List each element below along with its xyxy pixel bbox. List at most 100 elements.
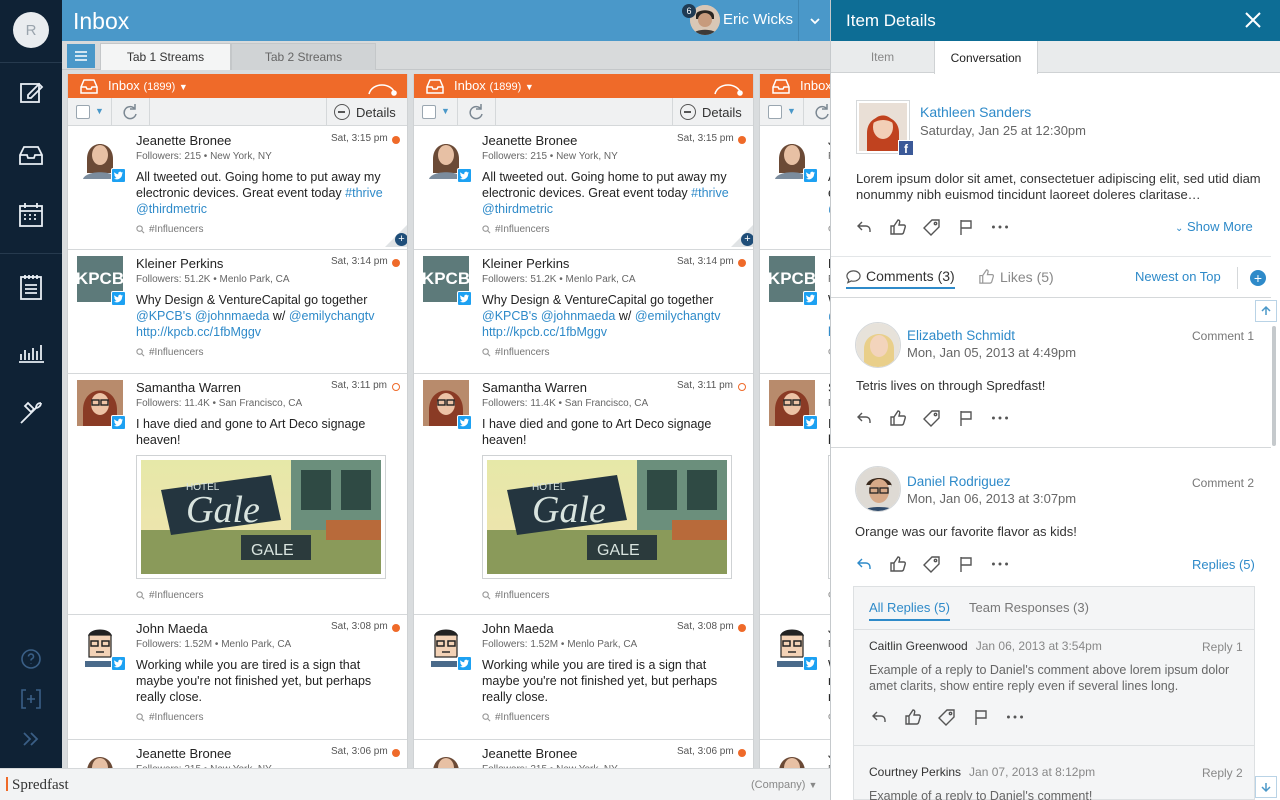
reply-icon[interactable]	[870, 708, 888, 726]
author-avatar[interactable]	[77, 746, 123, 768]
item-link[interactable]: http://kpcb.cc/1fbMggv	[482, 325, 607, 339]
flag-icon[interactable]	[957, 555, 975, 573]
attached-photo[interactable]: GaleHOTEL GALE	[136, 455, 386, 579]
add-icon[interactable]: +	[741, 233, 753, 246]
stream-item[interactable]: Jeanette BroneeFollowers: 215 • New York…	[760, 740, 830, 768]
item-tag[interactable]: #Influencers	[482, 224, 549, 235]
tab-comments[interactable]: Comments (3)	[846, 268, 955, 289]
publishing-icon[interactable]	[16, 272, 46, 302]
unread-indicator[interactable]	[738, 624, 746, 632]
tab-1-streams[interactable]: Tab 1 Streams	[100, 43, 231, 70]
stream-header[interactable]: Inbox (1899) ▼	[760, 74, 830, 98]
more-icon[interactable]	[991, 555, 1013, 573]
tag-icon[interactable]	[923, 555, 941, 573]
commenter-name[interactable]: Elizabeth Schmidt	[907, 328, 1015, 343]
item-link[interactable]: @emilychangtv	[289, 309, 375, 323]
stream-item[interactable]: Samantha WarrenFollowers: 11.4K • San Fr…	[760, 374, 830, 615]
chevron-down-icon[interactable]: ▼	[787, 106, 796, 116]
author-avatar[interactable]	[423, 746, 469, 768]
item-tag[interactable]: #Influencers	[482, 347, 549, 358]
author-name[interactable]: Jeanette Bronee	[136, 133, 231, 148]
tab-likes[interactable]: Likes (5)	[978, 268, 1054, 285]
stream-header[interactable]: Inbox (1899) ▼	[68, 74, 407, 98]
like-icon[interactable]	[889, 218, 907, 236]
user-name[interactable]: Eric Wicks	[723, 11, 793, 28]
add-icon[interactable]: +	[395, 233, 407, 246]
stream-header[interactable]: Inbox (1899) ▼	[414, 74, 753, 98]
unread-indicator[interactable]	[738, 749, 746, 757]
author-name[interactable]: Jeanette Bronee	[482, 746, 577, 761]
refresh-icon[interactable]	[813, 103, 830, 121]
refresh-icon[interactable]	[467, 103, 485, 121]
scrollbar-thumb[interactable]	[1272, 326, 1276, 446]
stream-item[interactable]: KPCBKleiner PerkinsFollowers: 51.2K • Me…	[414, 250, 753, 374]
more-icon[interactable]	[991, 409, 1013, 427]
refresh-icon[interactable]	[121, 103, 139, 121]
tag-icon[interactable]	[938, 708, 956, 726]
stream-item[interactable]: Jeanette BroneeFollowers: 215 • New York…	[414, 740, 753, 768]
flag-icon[interactable]	[957, 409, 975, 427]
analytics-icon[interactable]	[16, 336, 46, 366]
reply-icon[interactable]	[855, 218, 873, 236]
like-icon[interactable]	[889, 555, 907, 573]
hamburger-menu-icon[interactable]	[67, 44, 95, 68]
tag-icon[interactable]	[923, 409, 941, 427]
details-button[interactable]: Details	[680, 103, 742, 121]
item-link[interactable]: #thrive	[345, 186, 383, 200]
flag-icon[interactable]	[972, 708, 990, 726]
post-author-name[interactable]: Kathleen Sanders	[920, 104, 1031, 120]
sort-dropdown[interactable]: Newest on Top	[1135, 269, 1221, 284]
unread-indicator[interactable]	[392, 624, 400, 632]
author-name[interactable]: Kleiner Perkins	[482, 256, 569, 271]
item-tag[interactable]: #Influencers	[136, 712, 203, 723]
details-button[interactable]: Details	[334, 103, 396, 121]
user-menu-chevron-icon[interactable]	[798, 0, 830, 41]
select-all-checkbox[interactable]	[422, 105, 436, 119]
stream-item[interactable]: John MaedaFollowers: 1.52M • Menlo Park,…	[760, 615, 830, 740]
author-name[interactable]: Jeanette Bronee	[136, 746, 231, 761]
reply-icon[interactable]	[855, 409, 873, 427]
author-name[interactable]: Samantha Warren	[482, 380, 587, 395]
inbox-icon[interactable]	[16, 140, 46, 170]
tab-team-responses[interactable]: Team Responses (3)	[969, 600, 1089, 615]
unread-indicator[interactable]	[392, 383, 400, 391]
commenter-avatar[interactable]	[855, 322, 901, 368]
calendar-icon[interactable]	[16, 200, 46, 230]
tab-item[interactable]: Item	[831, 41, 934, 73]
unread-indicator[interactable]	[738, 136, 746, 144]
reply-author[interactable]: Caitlin Greenwood Jan 06, 2013 at 3:54pm	[869, 639, 1102, 653]
stream-item[interactable]: Samantha WarrenFollowers: 11.4K • San Fr…	[68, 374, 407, 615]
flag-icon[interactable]	[957, 218, 975, 236]
replies-toggle[interactable]: Replies (5)	[1192, 557, 1255, 572]
author-name[interactable]: John Maeda	[136, 621, 208, 636]
attached-photo[interactable]: GaleHOTEL GALE	[482, 455, 732, 579]
like-icon[interactable]	[889, 409, 907, 427]
author-name[interactable]: Samantha Warren	[136, 380, 241, 395]
more-icon[interactable]	[1006, 708, 1028, 726]
expand-icon[interactable]	[19, 727, 43, 751]
stream-item[interactable]: John MaedaFollowers: 1.52M • Menlo Park,…	[68, 615, 407, 740]
item-tag[interactable]: #Influencers	[136, 347, 203, 358]
commenter-avatar[interactable]	[855, 466, 901, 512]
select-all-checkbox[interactable]	[76, 105, 90, 119]
add-icon[interactable]	[19, 687, 43, 711]
close-icon[interactable]	[1243, 10, 1263, 30]
stream-item[interactable]: John MaedaFollowers: 1.52M • Menlo Park,…	[414, 615, 753, 740]
author-name[interactable]: John Maeda	[482, 621, 554, 636]
author-name[interactable]: Jeanette Bronee	[482, 133, 577, 148]
more-icon[interactable]	[991, 218, 1013, 236]
unread-indicator[interactable]	[738, 383, 746, 391]
item-tag[interactable]: #Influencers	[136, 590, 203, 601]
item-link[interactable]: http://kpcb.cc/1fbMggv	[136, 325, 261, 339]
help-icon[interactable]	[19, 647, 43, 671]
item-link[interactable]: @KPCB's @johnmaeda	[482, 309, 615, 323]
item-link[interactable]: @thirdmetric	[136, 202, 207, 216]
item-link[interactable]: @emilychangtv	[635, 309, 721, 323]
tag-icon[interactable]	[923, 218, 941, 236]
stream-item[interactable]: Samantha WarrenFollowers: 11.4K • San Fr…	[414, 374, 753, 615]
item-tag[interactable]: #Influencers	[482, 590, 549, 601]
author-avatar[interactable]	[769, 746, 815, 768]
tab-all-replies[interactable]: All Replies (5)	[869, 600, 950, 621]
scroll-up-icon[interactable]	[1255, 300, 1277, 322]
unread-indicator[interactable]	[392, 136, 400, 144]
